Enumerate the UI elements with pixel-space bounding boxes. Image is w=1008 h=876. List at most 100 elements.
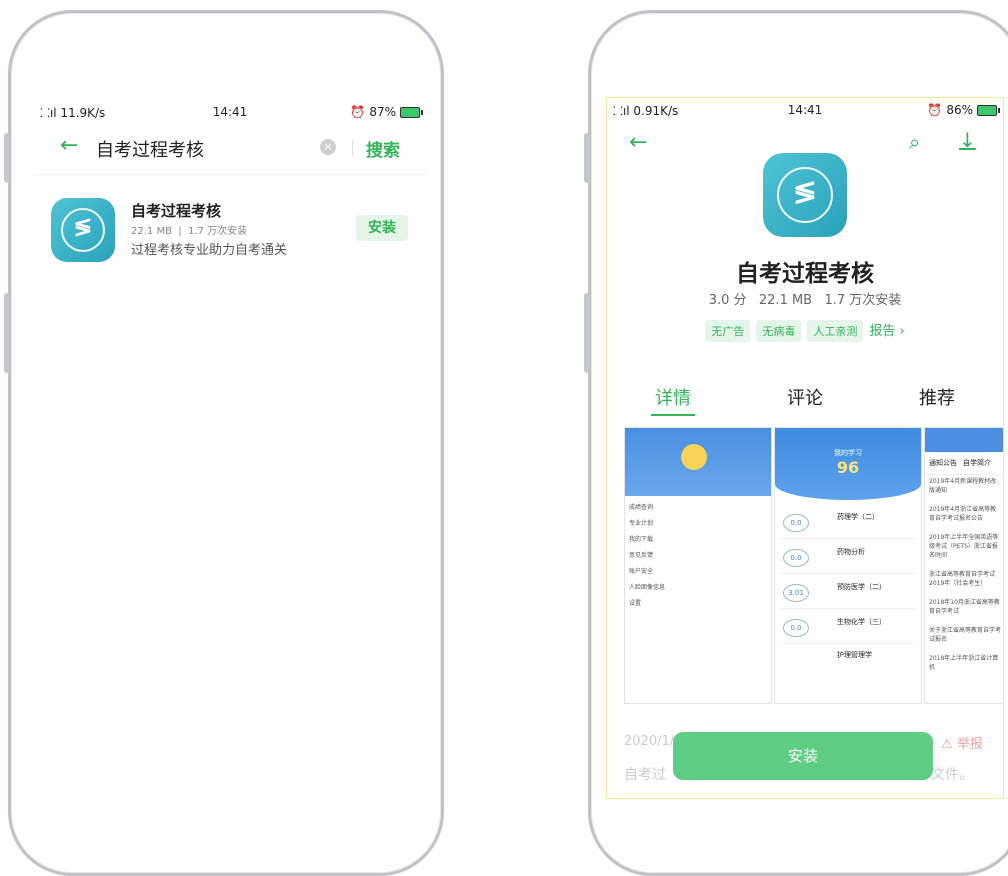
- divider: [352, 140, 353, 156]
- app-icon: ≶: [763, 153, 847, 237]
- clock: 14:41: [787, 103, 823, 117]
- course-card: 0.0 药物分析: [781, 539, 915, 574]
- result-app-name: 自考过程考核: [131, 202, 222, 220]
- battery-area: ⏰ 86%: [927, 103, 1000, 117]
- battery-icon: [977, 104, 1000, 116]
- clock: 14:41: [212, 105, 248, 119]
- tag-no-virus: 无病毒: [756, 320, 802, 342]
- status-bar: ⸬ıl 11.9K/s 14:41 ⏰ 87%: [34, 102, 426, 122]
- left-screen: ⸬ıl 11.9K/s 14:41 ⏰ 87% ← 自考过程考核 × 搜索 ≶ …: [34, 98, 426, 838]
- status-bar: ⸬ıl 0.91K/s 14:41 ⏰ 86%: [607, 100, 1003, 120]
- notice-item: 2018年上半年浙江省计算机: [929, 655, 999, 671]
- right-phone-side-button: [584, 133, 590, 183]
- notice-item: 浙江省高等教育自学考试2019年（社会考生）: [929, 571, 996, 587]
- result-app-meta: 22.1 MB | 1.7 万次安装: [131, 226, 248, 237]
- back-arrow-icon[interactable]: ←: [629, 130, 647, 155]
- search-divider: [34, 174, 426, 175]
- course-score: 0.0: [783, 619, 809, 637]
- app-stats: 3.0 分 22.1 MB 1.7 万次安装: [708, 293, 902, 308]
- network-speed: ⸬ıl 11.9K/s: [40, 105, 106, 120]
- tab-active-indicator: [651, 414, 695, 416]
- tab-reviews[interactable]: 评论: [787, 384, 823, 410]
- menu-item: 我的下载: [629, 536, 654, 543]
- notice-list: 2019年4月新课程教材改版通知 2019年4月浙江省高等教育自学考试报名公告 …: [925, 475, 1003, 674]
- tag-manual-tested: 人工亲测: [807, 320, 864, 342]
- screenshot-gallery[interactable]: 成绩查询 专业计划 我的下载 意见反馈 账户安全 人脸图像信息 设置 我的学习 …: [624, 427, 1003, 704]
- notice-item: 2019年4月新课程教材改版通知: [929, 478, 997, 494]
- right-phone-side-button-2: [584, 293, 590, 373]
- course-name: 生物化学（三）: [837, 618, 886, 626]
- notice-tab: 通知公告: [929, 459, 957, 467]
- screenshot-1: 成绩查询 专业计划 我的下载 意见反馈 账户安全 人脸图像信息 设置: [624, 427, 772, 704]
- avatar: [681, 444, 707, 470]
- battery-icon: [400, 106, 423, 118]
- left-phone-side-button: [4, 133, 10, 183]
- install-button[interactable]: 安装: [356, 215, 408, 241]
- profile-menu: 成绩查询 专业计划 我的下载 意见反馈 账户安全 人脸图像信息 设置: [625, 496, 771, 616]
- notice-tab: 自学简介: [963, 459, 991, 467]
- course-card: 3.01 预防医学（二）: [781, 574, 915, 609]
- app-description-start: 自考过: [624, 767, 666, 783]
- battery-percent: 87%: [369, 105, 396, 119]
- profile-header: [625, 428, 771, 496]
- menu-item: 成绩查询: [629, 504, 654, 511]
- clear-icon[interactable]: ×: [320, 139, 336, 155]
- search-button[interactable]: 搜索: [366, 136, 400, 161]
- tab-recommend[interactable]: 推荐: [919, 384, 955, 410]
- download-icon[interactable]: ↓: [959, 128, 976, 152]
- battery-area: ⏰ 87%: [350, 105, 423, 119]
- course-list: 0.0 药理学（二） 0.0 药物分析 3.01 预防医学（二） 0.0 生物化…: [775, 500, 921, 670]
- update-date: 2020/1/: [624, 734, 675, 749]
- course-score: 0.0: [783, 549, 809, 567]
- course-name: 预防医学（二）: [837, 583, 886, 591]
- search-bar: ← 自考过程考核 × 搜索: [34, 128, 426, 168]
- app-logo-mark: ≶: [793, 175, 817, 208]
- course-card: 护理管理学: [781, 644, 915, 666]
- search-icon[interactable]: ⌕: [909, 130, 920, 154]
- menu-item: 账户安全: [629, 568, 654, 575]
- course-card: 0.0 生物化学（三）: [781, 609, 915, 644]
- app-logo-mark: ≶: [73, 214, 93, 240]
- alarm-icon: ⏰: [350, 105, 366, 119]
- course-score: 3.01: [783, 584, 809, 602]
- back-arrow-icon[interactable]: ←: [60, 133, 78, 158]
- course-card: 0.0 药理学（二）: [781, 504, 915, 539]
- app-description-end: 文件。: [931, 767, 973, 783]
- menu-item: 专业计划: [629, 520, 654, 527]
- notice-header: [925, 428, 1003, 452]
- screenshot-2: 我的学习 96 0.0 药理学（二） 0.0 药物分析 3.01 预防医学（二）…: [774, 427, 922, 704]
- notice-item: 2019年4月浙江省高等教育自学考试报名公告: [929, 506, 997, 522]
- tab-details[interactable]: 详情: [655, 384, 691, 410]
- notice-tabs: 通知公告 自学简介: [925, 452, 1003, 475]
- battery-percent: 86%: [946, 103, 973, 117]
- notice-item: 2018年10月浙江省高等教育自学考试: [929, 599, 1000, 615]
- right-screen: ⸬ıl 0.91K/s 14:41 ⏰ 86% ← ⌕ ↓ ≶ 自考过程考核 3…: [606, 97, 1004, 799]
- tag-row: 无广告 无病毒 人工亲测 报告 ›: [607, 320, 1003, 342]
- tag-no-ads: 无广告: [705, 320, 751, 342]
- alarm-icon: ⏰: [927, 103, 943, 117]
- install-button[interactable]: 安装: [673, 732, 933, 780]
- menu-item: 人脸图像信息: [629, 584, 666, 591]
- course-name: 药物分析: [837, 548, 865, 556]
- course-score: 0.0: [783, 514, 809, 532]
- course-name: 药理学（二）: [837, 513, 879, 521]
- detail-tabs: 详情 评论 推荐: [607, 380, 1003, 420]
- study-header: 我的学习 96: [775, 428, 921, 500]
- result-app-desc: 过程考核专业助力自考通关: [131, 243, 288, 258]
- screenshot-3: 通知公告 自学简介 2019年4月新课程教材改版通知 2019年4月浙江省高等教育…: [924, 427, 1003, 704]
- app-title: 自考过程考核: [736, 261, 874, 287]
- report-link[interactable]: 报告 ›: [869, 324, 904, 339]
- app-icon: ≶: [51, 198, 115, 262]
- result-item[interactable]: ≶ 自考过程考核 22.1 MB | 1.7 万次安装 过程考核专业助力自考通关…: [34, 198, 426, 268]
- search-input[interactable]: 自考过程考核: [96, 136, 204, 162]
- network-speed: ⸬ıl 0.91K/s: [613, 103, 679, 118]
- menu-item: 设置: [629, 600, 642, 607]
- course-name: 护理管理学: [837, 651, 872, 659]
- report-button[interactable]: ⚠ 举报: [941, 733, 983, 752]
- left-phone-side-button-2: [4, 293, 10, 373]
- left-phone-frame: ⸬ıl 11.9K/s 14:41 ⏰ 87% ← 自考过程考核 × 搜索 ≶ …: [4, 10, 444, 876]
- notice-item: 2019年上半年全国英语等级考试（PETS）浙江省报名时间: [929, 534, 999, 559]
- study-title: 我的学习: [834, 449, 862, 457]
- study-days: 96: [836, 458, 860, 477]
- menu-item: 意见反馈: [629, 552, 654, 559]
